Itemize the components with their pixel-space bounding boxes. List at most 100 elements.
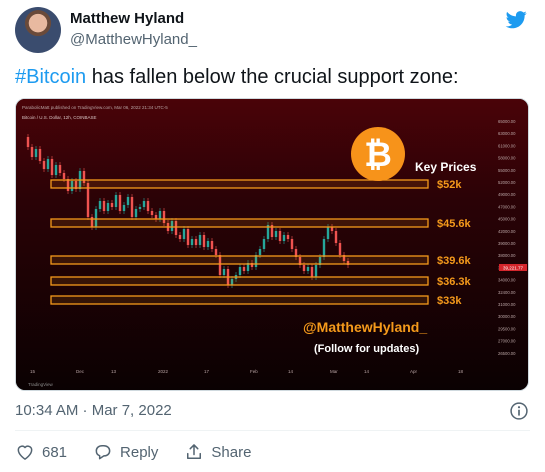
- bitcoin-logo-icon: ₿: [351, 127, 405, 181]
- candle-body: [202, 235, 206, 247]
- candle-body: [310, 267, 314, 277]
- candle-body: [150, 211, 154, 215]
- support-band: [50, 255, 429, 265]
- price-axis-tick: 63000.00: [498, 131, 516, 136]
- twitter-bird-icon[interactable]: [503, 9, 529, 31]
- current-price-text: 39,221.77: [503, 266, 524, 271]
- heart-icon: [17, 445, 33, 460]
- time-axis-tick: 13: [111, 369, 117, 374]
- candle-body: [238, 267, 242, 275]
- time-axis-tick: 17: [204, 369, 210, 374]
- candle-body: [198, 235, 202, 245]
- candle-body: [206, 241, 210, 247]
- avatar[interactable]: [15, 7, 61, 53]
- candle-body: [58, 165, 62, 173]
- price-axis-tick: 31000.00: [498, 302, 516, 307]
- author-name[interactable]: Matthew Hyland: [70, 10, 184, 27]
- time-axis-tick: 15: [30, 369, 36, 374]
- tweet-timestamp[interactable]: 10:34 AM · Mar 7, 2022: [15, 402, 172, 419]
- candle-body: [146, 201, 150, 211]
- info-icon[interactable]: [509, 401, 529, 421]
- candle-body: [182, 229, 186, 239]
- candle-body: [282, 235, 286, 241]
- support-band: [50, 295, 429, 305]
- time-axis-tick: 14: [288, 369, 294, 374]
- level-label: $33k: [437, 295, 462, 307]
- time-axis-tick: 14: [364, 369, 370, 374]
- candle-body: [242, 267, 246, 271]
- watermark-handle: @MatthewHyland_: [303, 319, 427, 335]
- chart-background: [16, 99, 528, 390]
- candle-body: [274, 231, 278, 237]
- candle-body: [142, 201, 146, 207]
- time-axis-tick: Dec: [76, 369, 85, 374]
- price-axis-tick: 27000.00: [498, 339, 516, 344]
- svg-text:₿: ₿: [364, 136, 392, 174]
- price-axis-tick: 32400.00: [498, 290, 516, 295]
- candle-body: [26, 137, 30, 147]
- price-axis-tick: 29500.00: [498, 326, 516, 331]
- candle-body: [46, 159, 50, 169]
- tweet-actions: 681 Reply Share: [15, 440, 277, 464]
- candle-body: [290, 239, 294, 249]
- price-axis-tick: 39000.00: [498, 241, 516, 246]
- reply-label: Reply: [120, 443, 159, 461]
- like-count: 681: [42, 443, 68, 461]
- candle-body: [262, 239, 266, 249]
- support-band: [50, 218, 429, 228]
- candle-body: [126, 197, 130, 205]
- time-axis-tick: Feb: [250, 369, 258, 374]
- author-handle[interactable]: @MatthewHyland_: [70, 31, 197, 48]
- tradingview-footer: TradingView: [28, 382, 54, 387]
- candle-body: [222, 269, 226, 275]
- candle-body: [30, 147, 34, 157]
- candle-body: [118, 195, 122, 211]
- price-axis-tick: 30000.00: [498, 314, 516, 319]
- candle-body: [214, 249, 218, 255]
- price-axis-tick: 58000.00: [498, 156, 516, 161]
- support-band: [50, 179, 429, 189]
- tweet-image[interactable]: ParabolicMatt published on TradingView.c…: [15, 98, 529, 391]
- candle-body: [62, 173, 66, 179]
- level-label: $52k: [437, 179, 462, 191]
- price-axis-tick: 55000.00: [498, 168, 516, 173]
- candle-body: [38, 149, 42, 161]
- candle-body: [194, 239, 198, 245]
- reply-button[interactable]: Reply: [93, 442, 158, 462]
- level-label: $45.6k: [437, 218, 472, 230]
- candle-body: [34, 149, 38, 157]
- key-prices-label: Key Prices: [415, 160, 477, 174]
- divider: [15, 430, 530, 431]
- tweet-text: #Bitcoin has fallen below the crucial su…: [15, 66, 459, 89]
- support-band: [50, 276, 429, 286]
- follow-text: (Follow for updates): [314, 343, 419, 355]
- candle-body: [42, 161, 46, 169]
- share-button[interactable]: Share: [184, 442, 251, 462]
- candle-body: [326, 227, 330, 239]
- tweet-body: has fallen below the crucial support zon…: [86, 66, 459, 88]
- candle-body: [50, 159, 54, 175]
- candle-body: [114, 195, 118, 207]
- price-axis-tick: 47000.00: [498, 204, 516, 209]
- chart-symbol-text: Bitcoin / U.S. Dollar, 12h, COINBASE: [22, 115, 97, 120]
- price-axis-tick: 42000.00: [498, 229, 516, 234]
- candle-body: [158, 211, 162, 219]
- price-axis-tick: 45000.00: [498, 217, 516, 222]
- candle-body: [190, 239, 194, 245]
- share-label: Share: [211, 443, 252, 461]
- hashtag-link[interactable]: #Bitcoin: [15, 66, 86, 88]
- candle-body: [338, 243, 342, 255]
- chart-header-text: ParabolicMatt published on TradingView.c…: [22, 105, 168, 110]
- candle-body: [278, 231, 282, 241]
- like-button[interactable]: 681: [15, 442, 67, 462]
- candle-body: [334, 231, 338, 243]
- candle-body: [322, 239, 326, 257]
- price-axis-tick: 38000.00: [498, 253, 516, 258]
- candle-body: [138, 207, 142, 209]
- candle-body: [134, 209, 138, 217]
- candle-body: [314, 265, 318, 277]
- current-price-tag: 39,221.77: [499, 264, 527, 271]
- candle-body: [302, 265, 306, 271]
- candle-body: [102, 201, 106, 211]
- candle-body: [110, 203, 114, 207]
